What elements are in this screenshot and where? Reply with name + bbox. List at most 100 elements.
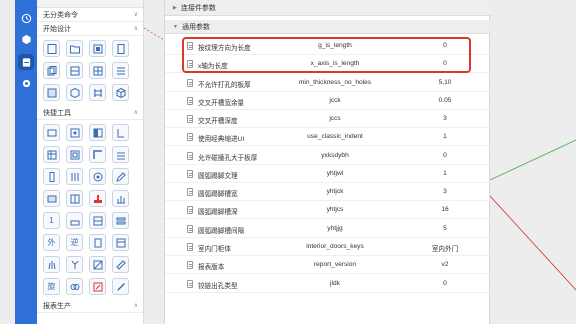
param-value[interactable]: 0: [400, 280, 490, 287]
plant-icon[interactable]: [66, 256, 83, 273]
rect-icon[interactable]: [43, 190, 60, 207]
param-key: yhtjjg: [327, 225, 343, 232]
param-row[interactable]: 交叉开槽深度 jccs 3: [165, 110, 491, 128]
section-uncategorized[interactable]: 无分类命令 ∨: [37, 8, 143, 22]
param-value[interactable]: 0: [400, 152, 490, 159]
copy-icon[interactable]: [43, 62, 60, 79]
layers-icon[interactable]: [112, 212, 129, 229]
cube-icon[interactable]: [18, 31, 34, 47]
document-icon: [187, 152, 193, 160]
caret-right-icon: ▶: [173, 4, 177, 11]
pen-icon[interactable]: [112, 278, 129, 295]
param-value[interactable]: 3: [400, 188, 490, 195]
section-quick-tools[interactable]: 快捷工具 ∧: [37, 106, 143, 120]
edit-icon[interactable]: [112, 168, 129, 185]
half-panel-icon[interactable]: [89, 124, 106, 141]
rotate-text-icon[interactable]: 旋: [43, 278, 60, 295]
folder-icon[interactable]: [66, 40, 83, 57]
document-icon: [187, 225, 193, 233]
param-key: min_thickness_no_holes: [298, 79, 372, 86]
grid-icon[interactable]: [89, 62, 106, 79]
param-row[interactable]: 报表版本 report_version v2: [165, 256, 491, 274]
start-design-tools: [37, 36, 143, 105]
fork-icon[interactable]: [66, 168, 83, 185]
param-row[interactable]: 允许碰撞孔大于板厚 yxksdybh 0: [165, 147, 491, 165]
clock-icon[interactable]: [18, 10, 34, 26]
param-key: yhtjck: [326, 188, 344, 195]
group-connector-params[interactable]: ▶ 连接件参数: [165, 0, 491, 16]
target-icon[interactable]: [89, 168, 106, 185]
box-icon[interactable]: [66, 84, 83, 101]
cube-outline-icon[interactable]: [112, 84, 129, 101]
merge-icon[interactable]: [66, 278, 83, 295]
param-row[interactable]: 铰链出孔类型 jldk 0: [165, 275, 491, 293]
reverse-text-icon[interactable]: 逆: [66, 234, 83, 251]
param-name: 使用经典缩进UI: [198, 136, 245, 143]
split-icon[interactable]: [66, 190, 83, 207]
cabinet-icon[interactable]: [18, 54, 34, 70]
section-report-production[interactable]: 报表生产 ∧: [37, 299, 143, 313]
param-name: 圆弧踢脚槽宽: [198, 191, 238, 198]
param-name: 圆弧踢脚槽深: [198, 209, 238, 216]
param-value[interactable]: 16: [400, 206, 490, 213]
number-one-icon[interactable]: 1: [43, 212, 60, 229]
param-value[interactable]: 0.05: [400, 97, 490, 104]
grass-icon[interactable]: [43, 256, 60, 273]
page-icon[interactable]: [43, 40, 60, 57]
param-row[interactable]: 使用经典缩进UI use_classic_indent 1: [165, 128, 491, 146]
param-row[interactable]: 室内门柜体 interior_doors_keys 室内外门: [165, 238, 491, 256]
param-row[interactable]: 圆弧踢脚槽间隔 yhtjjg 5: [165, 220, 491, 238]
param-name: 圆弧踢脚槽间隔: [198, 228, 245, 235]
door-icon[interactable]: [112, 40, 129, 57]
list-icon[interactable]: [112, 62, 129, 79]
cabinet-small-icon[interactable]: [112, 234, 129, 251]
layout-icon[interactable]: [66, 62, 83, 79]
resize-icon[interactable]: [89, 278, 106, 295]
stamp-icon[interactable]: [89, 190, 106, 207]
tray-icon[interactable]: [66, 212, 83, 229]
group-general-params[interactable]: ▼ 通用参数: [165, 20, 491, 34]
frame-icon[interactable]: [66, 146, 83, 163]
param-value[interactable]: 1: [400, 170, 490, 177]
param-value[interactable]: 3: [400, 115, 490, 122]
outer-text-icon[interactable]: 外: [43, 234, 60, 251]
param-key: yhtjwl: [326, 170, 344, 177]
module-icon[interactable]: [43, 84, 60, 101]
param-value[interactable]: 5: [400, 225, 490, 232]
caret-down-icon: ▼: [173, 23, 178, 30]
param-key: yhtjcs: [326, 206, 344, 213]
ruler-icon[interactable]: [112, 256, 129, 273]
section-start-design[interactable]: 开始设计 ∧: [37, 22, 143, 36]
param-value[interactable]: 1: [400, 133, 490, 140]
param-value[interactable]: v2: [400, 261, 490, 268]
shelf-icon[interactable]: [89, 84, 106, 101]
clipboard-icon[interactable]: [89, 234, 106, 251]
chart-icon[interactable]: [112, 190, 129, 207]
param-row[interactable]: 圆弧踢脚槽宽 yhtjck 3: [165, 183, 491, 201]
param-key: jccs: [329, 115, 341, 122]
corner-box-icon[interactable]: [89, 256, 106, 273]
split-v-icon[interactable]: [89, 212, 106, 229]
document-icon: [187, 133, 193, 141]
chevron-up-icon: ∧: [133, 110, 138, 116]
hole-icon[interactable]: [66, 124, 83, 141]
param-row[interactable]: 圆弧踢脚文理 yhtjwl 1: [165, 165, 491, 183]
panel-icon[interactable]: [89, 40, 106, 57]
column-icon[interactable]: [43, 168, 60, 185]
param-row[interactable]: 不允许打孔的板厚 min_thickness_no_holes 5,10: [165, 74, 491, 92]
edge-icon[interactable]: [112, 124, 129, 141]
settings-icon[interactable]: [18, 75, 34, 91]
corner-icon[interactable]: [89, 146, 106, 163]
table-icon[interactable]: [43, 146, 60, 163]
param-row[interactable]: 交叉开槽宽余量 jcck 0.05: [165, 92, 491, 110]
param-value[interactable]: 室内外门: [400, 243, 490, 253]
document-icon: [187, 115, 193, 123]
board-icon[interactable]: [43, 124, 60, 141]
chevron-down-icon: ∨: [133, 12, 138, 18]
param-name: 圆弧踢脚文理: [198, 173, 238, 180]
param-value[interactable]: 5,10: [400, 79, 490, 86]
stack-icon[interactable]: [112, 146, 129, 163]
chevron-up-icon: ∧: [133, 26, 138, 32]
red-axis-line: [489, 195, 576, 291]
param-row[interactable]: 圆弧踢脚槽深 yhtjcs 16: [165, 201, 491, 219]
